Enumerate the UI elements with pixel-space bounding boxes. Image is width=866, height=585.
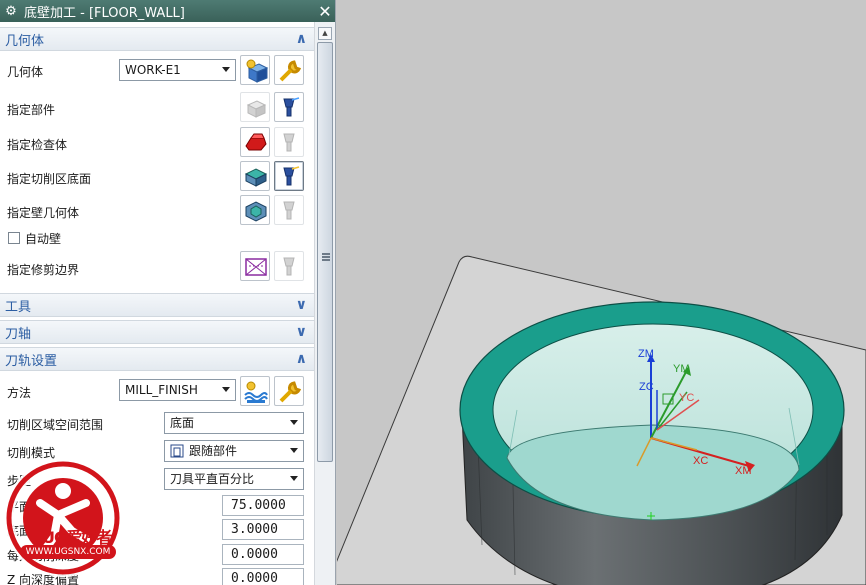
method-select-value: MILL_FINISH (125, 383, 198, 397)
auto-wall-row: 自动壁 (0, 228, 314, 252)
geometry-select[interactable]: WORK-E1 (119, 59, 236, 81)
geometry-label: 几何体 (7, 65, 44, 79)
dialog-scrollbar[interactable]: ▲ (314, 22, 335, 585)
section-tool-title: 工具 (5, 299, 32, 315)
yc-label: YC (679, 392, 694, 404)
z-offset-input[interactable]: 0.0000 (222, 568, 304, 585)
display-check-button[interactable] (274, 127, 304, 157)
cut-region-select[interactable]: 底面 (164, 412, 304, 434)
flashlight-icon (283, 133, 295, 152)
select-floor-button[interactable] (240, 161, 270, 191)
cut-region-row: 切削区域空间范围 底面 (0, 411, 314, 437)
specify-part-label: 指定部件 (7, 103, 56, 117)
auto-wall-label: 自动壁 (25, 232, 62, 246)
specify-check-row: 指定检查体 (0, 126, 314, 158)
flashlight-icon (283, 166, 300, 186)
section-path-title: 刀轨设置 (5, 353, 58, 369)
new-geometry-button[interactable] (240, 55, 270, 85)
graphics-viewport[interactable]: ZM YM ZC YC XC XM (337, 0, 866, 585)
section-geometry-header[interactable]: 几何体 ∧ (0, 27, 314, 51)
cut-pattern-select[interactable]: 跟随部件 (164, 440, 304, 462)
scroll-grip-icon (322, 253, 330, 261)
chevron-down-icon (222, 387, 230, 392)
display-floor-button[interactable] (274, 161, 304, 191)
depth-per-cut-input[interactable]: 0.0000 (222, 544, 304, 565)
specify-wall-label: 指定壁几何体 (7, 206, 80, 220)
scroll-thumb[interactable] (317, 42, 333, 462)
edit-method-button[interactable] (274, 376, 304, 406)
specify-part-row: 指定部件 (0, 91, 314, 123)
cut-floor-icon (244, 168, 268, 187)
stepover-select-value: 刀具平直百分比 (170, 472, 255, 486)
close-icon[interactable]: ✕ (314, 2, 335, 21)
wall-geometry-icon (245, 201, 267, 222)
stepover-select[interactable]: 刀具平直百分比 (164, 468, 304, 490)
xm-label: XM (735, 465, 752, 477)
flat-dia-input[interactable]: 75.0000 (222, 495, 304, 516)
specify-check-label: 指定检查体 (7, 138, 68, 152)
xc-label: XC (693, 455, 708, 467)
chevron-up-icon[interactable]: ∧ (296, 31, 307, 47)
display-wall-button[interactable] (274, 195, 304, 225)
model-scene: ZM YM ZC YC XC XM (337, 255, 866, 585)
check-body-icon (245, 133, 267, 151)
specify-wall-row: 指定壁几何体 (0, 194, 314, 226)
wrench-icon (279, 381, 302, 403)
new-geometry-icon (246, 59, 269, 83)
watermark-logo (4, 459, 122, 577)
method-label: 方法 (7, 386, 32, 400)
cut-pattern-select-value: 跟随部件 (189, 444, 238, 458)
specify-floor-row: 指定切削区底面 (0, 160, 314, 192)
section-tool-header[interactable]: 工具 ∨ (0, 293, 314, 317)
ym-label: YM (673, 363, 690, 375)
wrench-icon (279, 60, 302, 82)
geometry-row: 几何体 WORK-E1 (0, 54, 314, 86)
chevron-down-icon (290, 476, 298, 481)
dialog-titlebar: ⚙ 底壁加工 - [FLOOR_WALL] ✕ (0, 0, 335, 22)
specify-trim-label: 指定修剪边界 (7, 263, 80, 277)
select-wall-button[interactable] (240, 195, 270, 225)
dialog-title: 底壁加工 - [FLOOR_WALL] (24, 5, 185, 21)
watermark-url: WWW.UGSNX.COM (20, 545, 116, 559)
display-part-button[interactable] (274, 92, 304, 122)
operation-dialog: ⚙ 底壁加工 - [FLOOR_WALL] ✕ 几何体 ∧ 几何体 WORK-E… (0, 0, 336, 585)
cut-region-label: 切削区域空间范围 (7, 418, 104, 432)
part-icon (246, 100, 267, 118)
flashlight-icon (283, 257, 295, 276)
geometry-select-value: WORK-E1 (125, 63, 181, 77)
gear-icon: ⚙ (5, 3, 17, 19)
zm-label: ZM (638, 348, 654, 360)
chevron-up-icon[interactable]: ∧ (296, 351, 307, 367)
cut-region-select-value: 底面 (170, 416, 195, 430)
zc-label: ZC (639, 381, 654, 393)
flashlight-icon (283, 201, 295, 220)
section-geometry-title: 几何体 (5, 33, 45, 49)
method-select[interactable]: MILL_FINISH (119, 379, 236, 401)
floor-stock-input[interactable]: 3.0000 (222, 519, 304, 540)
new-method-icon (244, 381, 268, 403)
section-path-header[interactable]: 刀轨设置 ∧ (0, 347, 314, 371)
flashlight-icon (283, 97, 300, 117)
scroll-up-icon[interactable]: ▲ (318, 27, 332, 40)
edit-geometry-button[interactable] (274, 55, 304, 85)
select-part-button[interactable] (240, 92, 270, 122)
display-trim-button[interactable] (274, 251, 304, 281)
chevron-down-icon (290, 448, 298, 453)
new-method-button[interactable] (240, 376, 270, 406)
section-axis-title: 刀轴 (5, 326, 32, 342)
section-axis-header[interactable]: 刀轴 ∨ (0, 320, 314, 344)
follow-part-icon (170, 444, 184, 458)
chevron-down-icon[interactable]: ∨ (296, 297, 307, 313)
specify-floor-label: 指定切削区底面 (7, 172, 92, 186)
select-trim-button[interactable] (240, 251, 270, 281)
method-row: 方法 MILL_FINISH (0, 374, 314, 406)
chevron-down-icon (290, 420, 298, 425)
trim-boundary-icon (245, 258, 267, 276)
chevron-down-icon[interactable]: ∨ (296, 324, 307, 340)
auto-wall-checkbox[interactable] (8, 232, 20, 244)
select-check-button[interactable] (240, 127, 270, 157)
specify-trim-row: 指定修剪边界 (0, 250, 314, 282)
chevron-down-icon (222, 67, 230, 72)
